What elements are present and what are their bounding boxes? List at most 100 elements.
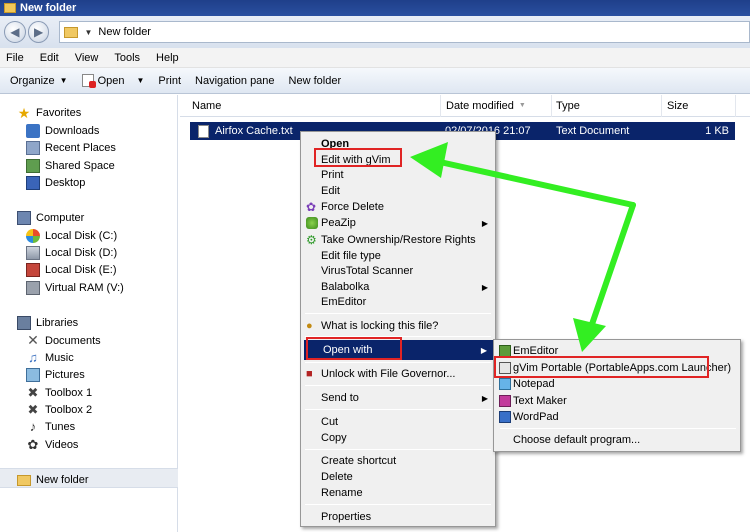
menu-item-unlock-governor[interactable]: ■ Unlock with File Governor... (302, 366, 494, 382)
nav-music[interactable]: ♫ Music (26, 349, 74, 366)
menu-item-virustotal[interactable]: VirusTotal Scanner (302, 263, 494, 279)
computer-icon (17, 210, 31, 225)
command-bar: Organize ▼ Open ▼ Print Navigation pane Ne… (0, 68, 750, 94)
file-size: 1 KB (705, 125, 729, 137)
sort-icon: ▼ (518, 102, 526, 109)
chevron-right-icon[interactable]: ▼ (84, 28, 92, 37)
unlock-icon: ■ (306, 368, 313, 380)
column-date-modified[interactable]: Date modified ▼ (441, 94, 552, 117)
menu-item-copy[interactable]: Copy (302, 430, 494, 446)
menu-separator (305, 449, 491, 450)
menu-tools[interactable]: Tools (114, 52, 140, 64)
submenu-item-notepad[interactable]: Notepad (497, 376, 737, 392)
nav-shared-space[interactable]: Shared Space (26, 157, 115, 174)
menu-item-balabolka[interactable]: Balabolka ▶ (302, 279, 494, 295)
new-folder-button[interactable]: New folder (289, 75, 342, 87)
nav-videos[interactable]: ✿ Videos (26, 436, 79, 453)
music-note-icon: ♪ (29, 418, 37, 434)
menu-separator (305, 385, 491, 386)
menu-item-emeditor[interactable]: EmEditor (302, 294, 494, 310)
nav-local-disk-d[interactable]: Local Disk (D:) (26, 244, 117, 261)
submenu-arrow-icon: ▶ (481, 282, 488, 292)
drive-icon (26, 262, 40, 277)
shared-space-icon (26, 158, 40, 173)
chevron-down-icon: ▼ (59, 76, 68, 85)
drive-icon (26, 280, 40, 295)
nav-desktop[interactable]: Desktop (26, 174, 85, 191)
column-size[interactable]: Size (662, 94, 736, 117)
annotation-box-open-with (306, 337, 402, 360)
title-bar: New folder (0, 0, 750, 16)
menu-separator (500, 428, 736, 429)
navigation-pane-button[interactable]: Navigation pane (195, 75, 275, 87)
forward-button[interactable]: ▶ (27, 21, 50, 43)
menu-separator (305, 504, 491, 505)
address-bar[interactable]: ▼ New folder (59, 21, 750, 43)
force-delete-icon: ✿ (306, 200, 317, 214)
open-file-icon (81, 74, 96, 88)
wordpad-icon (499, 411, 511, 423)
back-button[interactable]: ◀ (4, 21, 26, 43)
nav-toolbox-2[interactable]: ✖ Toolbox 2 (26, 401, 93, 418)
file-name: Airfox Cache.txt (215, 125, 293, 137)
menu-item-force-delete[interactable]: ✿ Force Delete (302, 199, 494, 215)
menu-edit[interactable]: Edit (40, 52, 59, 64)
arrow-line-lower (587, 202, 636, 333)
print-button[interactable]: Print (158, 75, 181, 87)
chevron-down-icon: ▼ (136, 76, 145, 85)
submenu-item-wordpad[interactable]: WordPad (497, 409, 737, 425)
folder-icon (64, 26, 79, 38)
navigation-pane: ★ Favorites Downloads Recent Places Share… (0, 95, 178, 532)
desktop-icon (26, 175, 40, 190)
menu-help[interactable]: Help (156, 52, 179, 64)
tools-icon: ✖ (27, 384, 39, 400)
menu-file[interactable]: File (6, 52, 24, 64)
ownership-icon: ⚙ (306, 233, 317, 247)
menu-separator (305, 362, 491, 363)
nav-computer[interactable]: Computer (17, 209, 84, 226)
menu-item-cut[interactable]: Cut (302, 414, 494, 430)
menu-item-what-locking[interactable]: ● What is locking this file? (302, 318, 494, 334)
organize-button[interactable]: Organize ▼ (10, 75, 68, 87)
open-button[interactable]: Open ▼ (81, 74, 145, 88)
menu-item-create-shortcut[interactable]: Create shortcut (302, 453, 494, 469)
menu-item-rename[interactable]: Rename (302, 485, 494, 501)
nav-virtual-ram[interactable]: Virtual RAM (V:) (26, 279, 124, 296)
menu-view[interactable]: View (75, 52, 99, 64)
nav-toolbox-1[interactable]: ✖ Toolbox 1 (26, 384, 93, 401)
column-name[interactable]: Name (180, 94, 441, 117)
tools-icon: ✖ (27, 401, 39, 417)
documents-icon: ✕ (27, 331, 39, 348)
submenu-item-choose-default[interactable]: Choose default program... (497, 432, 737, 448)
nav-recent-places[interactable]: Recent Places (26, 139, 116, 156)
menu-item-print[interactable]: Print (302, 167, 494, 183)
menu-separator (305, 313, 491, 314)
submenu-item-text-maker[interactable]: Text Maker (497, 393, 737, 409)
menu-item-edit-file-type[interactable]: Edit file type (302, 248, 494, 264)
music-icon: ♫ (28, 349, 38, 365)
libraries-icon (17, 315, 31, 330)
nav-documents[interactable]: ✕ Documents (26, 332, 101, 349)
address-path: New folder (98, 26, 151, 38)
context-menu: Open Edit with gVim Print Edit ✿ Force De… (300, 131, 496, 527)
nav-pictures[interactable]: Pictures (26, 366, 85, 383)
menu-item-properties[interactable]: Properties (302, 509, 494, 525)
menu-item-peazip[interactable]: PeaZip ▶ (302, 215, 494, 231)
annotation-box-gvim-portable (494, 356, 709, 378)
windows-drive-icon (26, 228, 40, 243)
menu-item-take-ownership[interactable]: ⚙ Take Ownership/Restore Rights (302, 232, 494, 248)
nav-new-folder[interactable]: New folder (17, 471, 89, 488)
peazip-icon (306, 217, 318, 229)
nav-favorites[interactable]: ★ Favorites (17, 104, 82, 121)
menu-item-send-to[interactable]: Send to ▶ (302, 390, 494, 406)
nav-libraries[interactable]: Libraries (17, 314, 78, 331)
nav-tunes[interactable]: ♪ Tunes (26, 418, 75, 435)
nav-local-disk-e[interactable]: Local Disk (E:) (26, 261, 117, 278)
nav-local-disk-c[interactable]: Local Disk (C:) (26, 227, 117, 244)
column-type[interactable]: Type (552, 94, 662, 117)
menu-item-delete[interactable]: Delete (302, 469, 494, 485)
menu-item-edit[interactable]: Edit (302, 183, 494, 199)
submenu-arrow-icon: ▶ (481, 393, 488, 403)
text-file-icon (198, 124, 209, 138)
nav-downloads[interactable]: Downloads (26, 122, 99, 139)
